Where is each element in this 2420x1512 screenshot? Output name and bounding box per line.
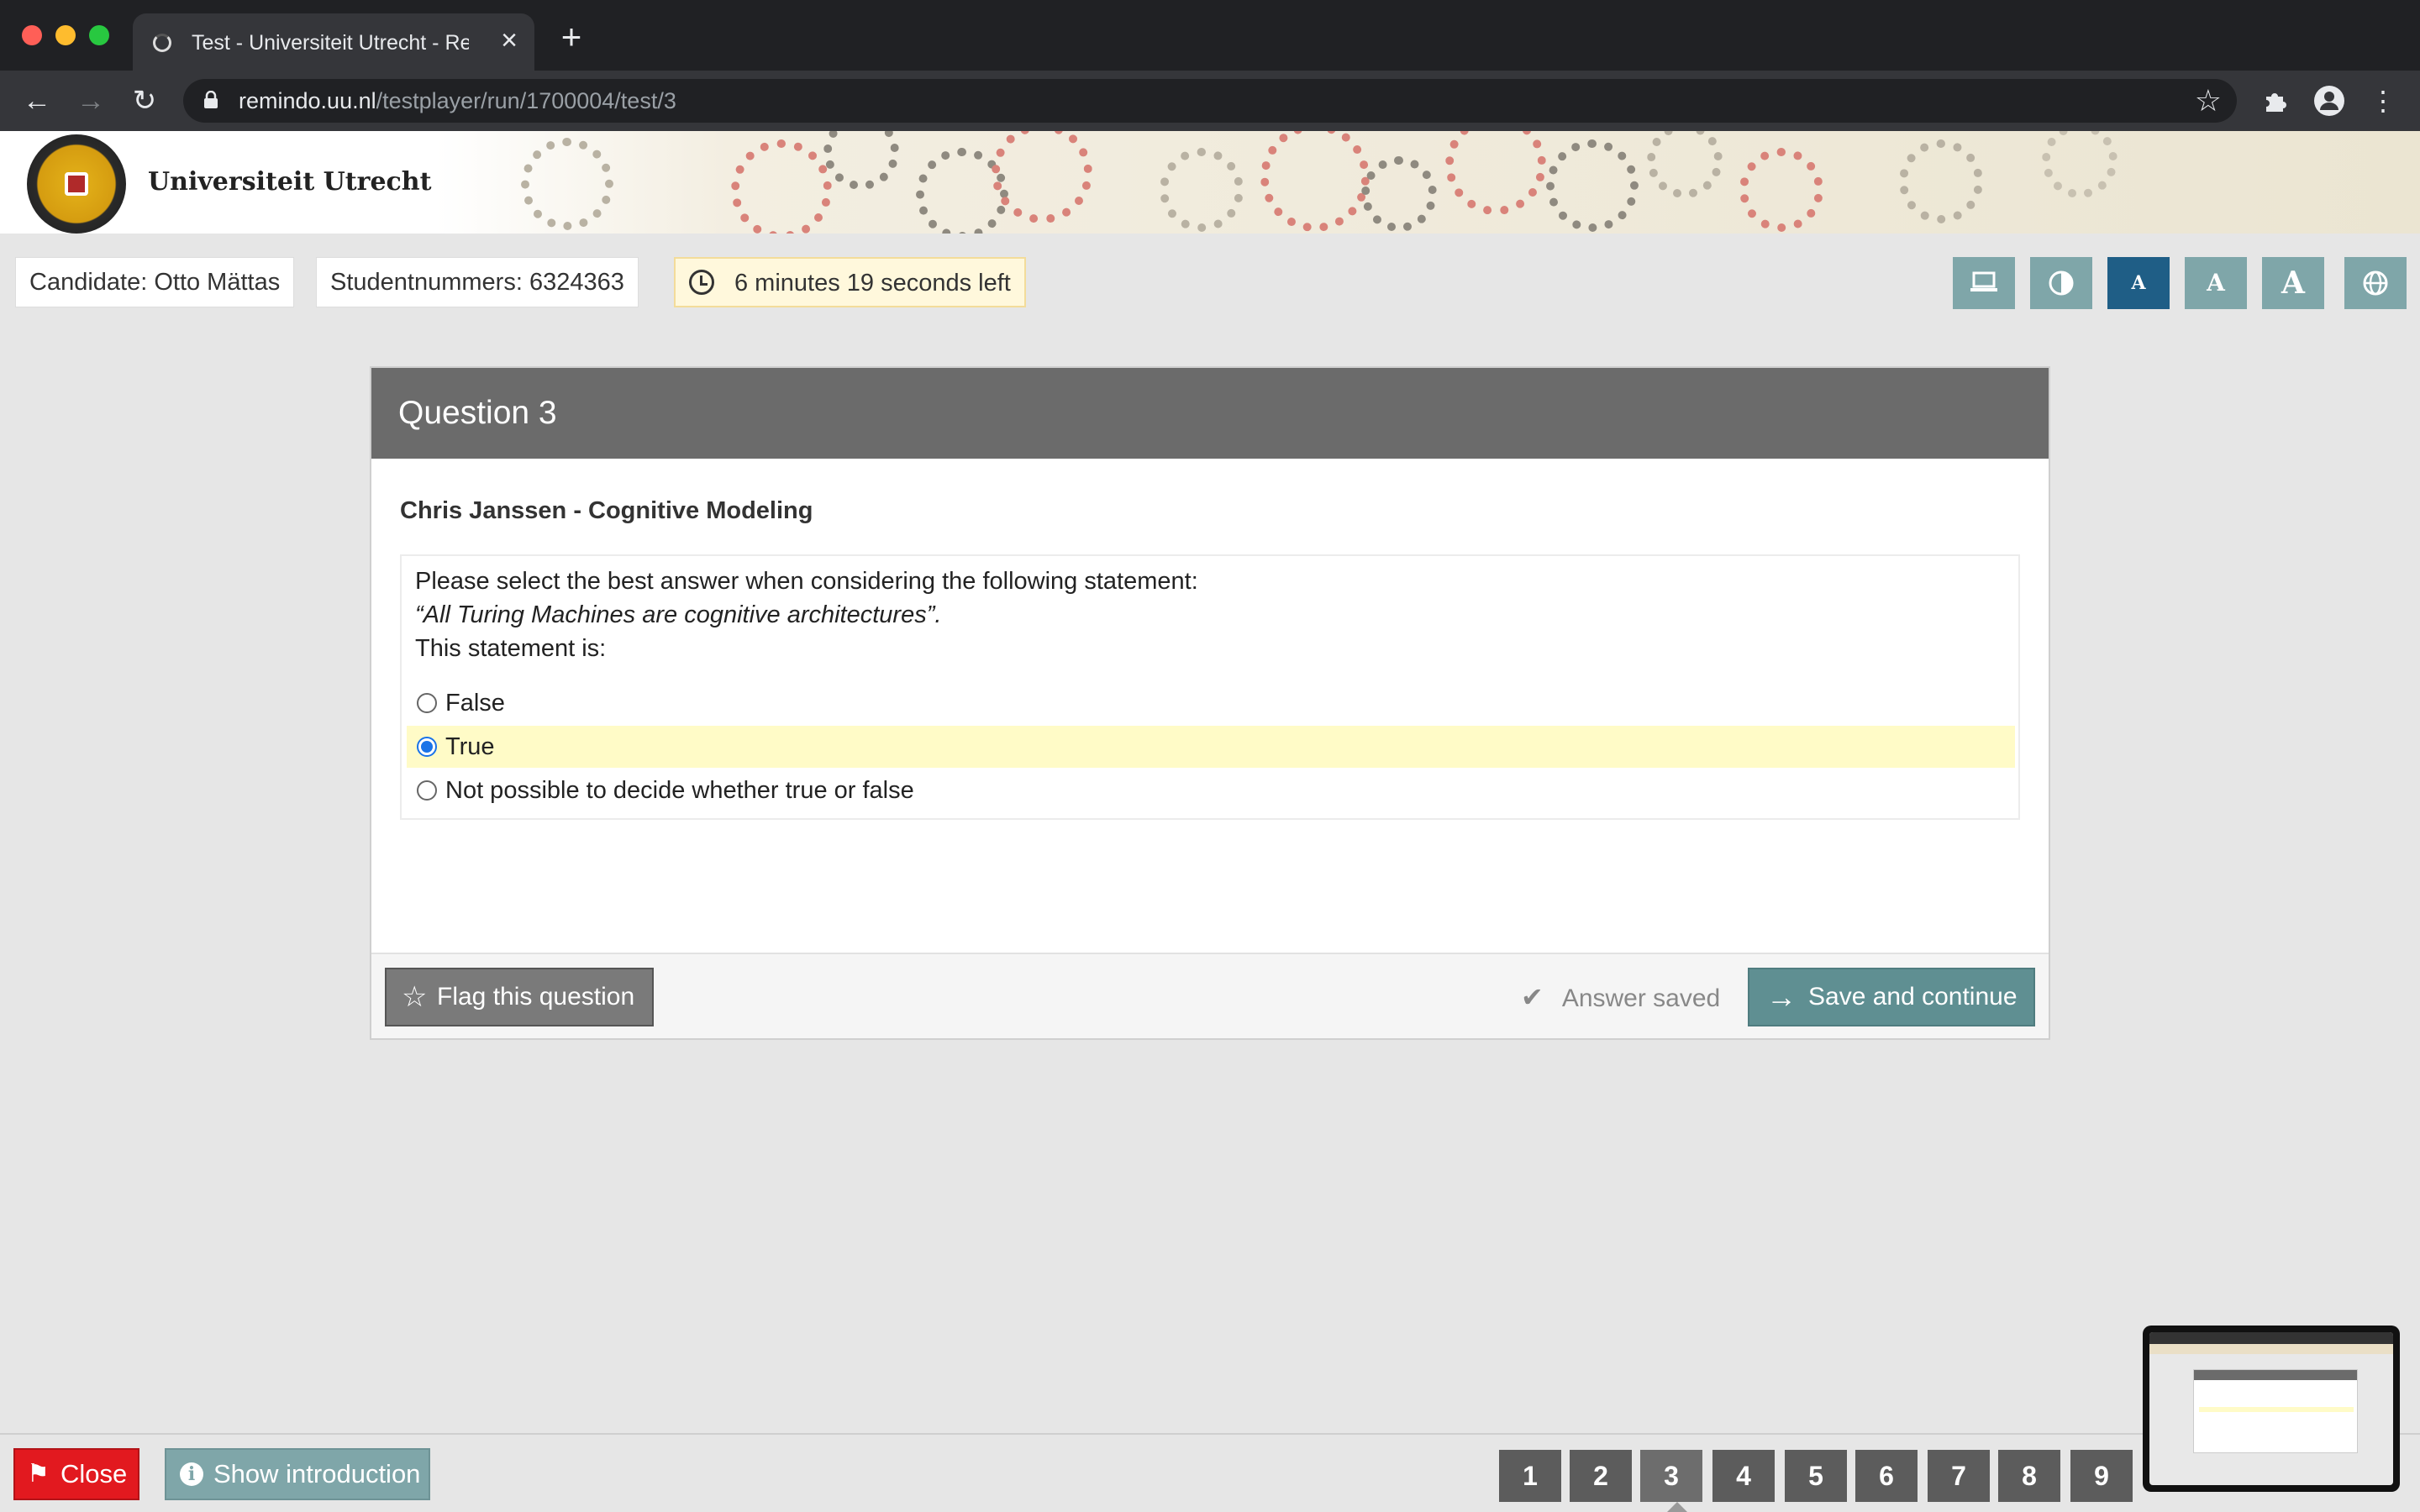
- loading-spinner-icon: [153, 34, 171, 52]
- chrome-menu-icon[interactable]: ⋮: [2365, 82, 2402, 119]
- bottom-navigation-bar: ⚑ Close i Show introduction 1 2 3 4 5 6 …: [0, 1433, 2420, 1512]
- question-nav-2[interactable]: 2: [1570, 1450, 1632, 1502]
- intro-label: Show introduction: [213, 1459, 421, 1488]
- question-nav-7[interactable]: 7: [1928, 1450, 1990, 1502]
- save-label: Save and continue: [1808, 983, 2018, 1011]
- question-card: Question 3 Chris Janssen - Cognitive Mod…: [370, 366, 2050, 1040]
- forward-arrow-icon[interactable]: →: [72, 82, 109, 119]
- thumbnail-preview: [2149, 1332, 2393, 1485]
- language-button[interactable]: [2344, 257, 2407, 309]
- clock-icon: [689, 270, 714, 295]
- tab-close-icon[interactable]: ×: [492, 24, 526, 57]
- answer-saved-status: ✔ Answer saved: [1521, 968, 1720, 1026]
- laptop-icon: [1970, 271, 1997, 291]
- screen-mode-button[interactable]: [1953, 257, 2015, 309]
- profile-avatar-icon[interactable]: [2311, 82, 2348, 119]
- university-seal-logo: [27, 134, 126, 234]
- reload-icon[interactable]: ↻: [126, 82, 163, 119]
- option-label: False: [445, 690, 505, 717]
- close-test-button[interactable]: ⚑ Close: [13, 1448, 139, 1500]
- question-title: Question 3: [398, 395, 557, 431]
- font-size-small-button[interactable]: A: [2107, 257, 2170, 309]
- flag-label: Flag this question: [437, 983, 635, 1011]
- question-statement: “All Turing Machines are cognitive archi…: [415, 601, 942, 628]
- question-nav-5[interactable]: 5: [1785, 1450, 1847, 1502]
- radio-true[interactable]: [417, 737, 437, 757]
- question-body: Please select the best answer when consi…: [400, 554, 2020, 820]
- contrast-button[interactable]: [2030, 257, 2092, 309]
- window-minimize-button[interactable]: [55, 25, 76, 45]
- timer-badge: 6 minutes 19 seconds left: [674, 257, 1026, 307]
- globe-icon: [2363, 270, 2388, 296]
- browser-tab[interactable]: Test - Universiteit Utrecht - Remindo ×: [133, 13, 534, 71]
- extensions-puzzle-icon[interactable]: [2257, 82, 2294, 119]
- question-nav-9[interactable]: 9: [2070, 1450, 2133, 1502]
- answer-option-undecidable[interactable]: Not possible to decide whether true or f…: [407, 769, 2015, 811]
- question-footer: ☆ Flag this question ✔ Answer saved → Sav…: [371, 953, 2049, 1038]
- question-prompt-line3: This statement is:: [415, 635, 607, 662]
- address-bar: ← → ↻ remindo.uu.nl/testplayer/run/17000…: [0, 71, 2420, 131]
- info-icon: i: [180, 1462, 203, 1486]
- question-header: Question 3: [371, 368, 2049, 459]
- url-host: remindo.uu.nl: [239, 88, 376, 113]
- tab-title: Test - Universiteit Utrecht - Remindo: [192, 31, 469, 55]
- university-banner: Universiteit Utrecht: [0, 131, 2420, 234]
- window-close-button[interactable]: [22, 25, 42, 45]
- arrow-right-icon: →: [1766, 979, 1797, 1014]
- answer-option-false[interactable]: False: [407, 682, 2015, 724]
- answer-option-true[interactable]: True: [407, 726, 2015, 768]
- radio-undecidable[interactable]: [417, 780, 437, 801]
- current-question-caret: [1665, 1502, 1689, 1512]
- show-introduction-button[interactable]: i Show introduction: [165, 1448, 430, 1500]
- window-zoom-button[interactable]: [89, 25, 109, 45]
- radio-false[interactable]: [417, 693, 437, 713]
- lock-icon: [204, 91, 218, 108]
- student-number-label: Studentnummers: 6324363: [316, 257, 639, 307]
- back-arrow-icon[interactable]: ←: [18, 82, 55, 119]
- candidate-label: Candidate: Otto Mättas: [15, 257, 295, 307]
- save-and-continue-button[interactable]: → Save and continue: [1748, 968, 2035, 1026]
- question-nav-8[interactable]: 8: [1998, 1450, 2060, 1502]
- question-nav-3[interactable]: 3: [1640, 1450, 1702, 1502]
- question-prompt-line1: Please select the best answer when consi…: [415, 568, 1198, 595]
- flag-question-button[interactable]: ☆ Flag this question: [385, 968, 654, 1026]
- saved-text: Answer saved: [1561, 984, 1721, 1012]
- question-nav-4[interactable]: 4: [1712, 1450, 1775, 1502]
- question-nav-1[interactable]: 1: [1499, 1450, 1561, 1502]
- browser-tab-bar: Test - Universiteit Utrecht - Remindo × …: [0, 0, 2420, 71]
- flag-icon: ⚑: [27, 1460, 50, 1488]
- bookmark-star-icon[interactable]: ☆: [2195, 83, 2222, 118]
- star-outline-icon: ☆: [402, 981, 428, 1013]
- checkmark-icon: ✔: [1521, 982, 1544, 1012]
- new-tab-button[interactable]: +: [555, 19, 588, 55]
- screenshot-thumbnail[interactable]: [2143, 1326, 2400, 1492]
- font-size-medium-button[interactable]: A: [2185, 257, 2247, 309]
- url-field[interactable]: remindo.uu.nl/testplayer/run/1700004/tes…: [183, 79, 2237, 123]
- url-path: /testplayer/run/1700004/test/3: [376, 88, 676, 113]
- question-nav-6[interactable]: 6: [1855, 1450, 1918, 1502]
- university-name: Universiteit Utrecht: [148, 167, 432, 197]
- url-text: remindo.uu.nl/testplayer/run/1700004/tes…: [239, 87, 676, 115]
- close-label: Close: [60, 1459, 128, 1488]
- font-size-large-button[interactable]: A: [2262, 257, 2324, 309]
- option-label: Not possible to decide whether true or f…: [445, 777, 914, 804]
- question-subject: Chris Janssen - Cognitive Modeling: [400, 497, 813, 524]
- timer-text: 6 minutes 19 seconds left: [734, 270, 1011, 297]
- option-label: True: [445, 733, 495, 760]
- contrast-icon: [2049, 270, 2074, 296]
